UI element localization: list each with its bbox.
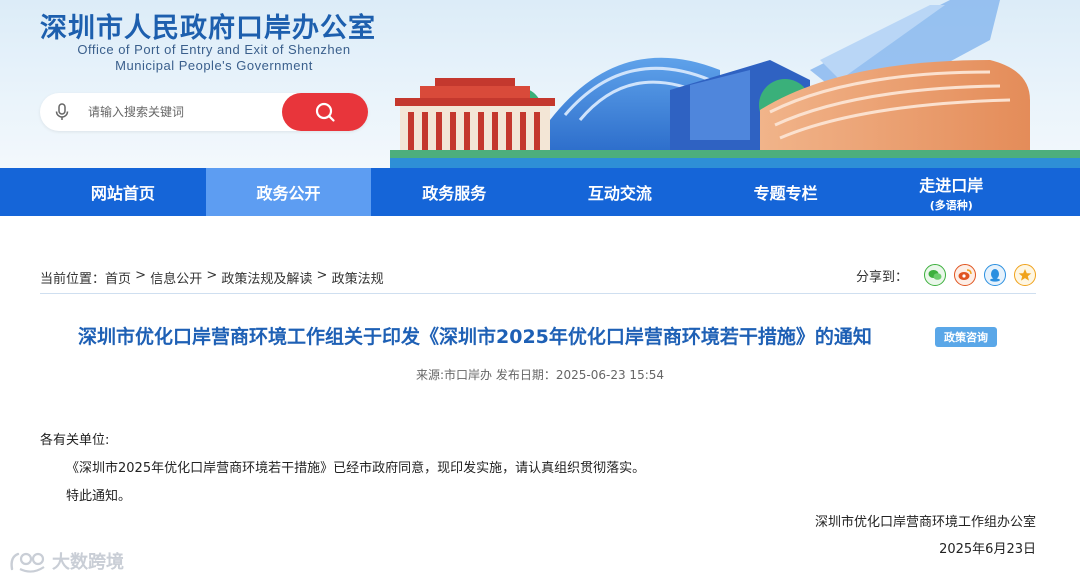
city-skyline-illustration <box>390 0 1080 168</box>
qq-share-button[interactable] <box>984 264 1006 286</box>
closing-paragraph: 特此通知。 <box>66 489 132 504</box>
search-input[interactable] <box>88 101 278 123</box>
favorite-star-icon <box>1018 269 1032 281</box>
nav-interaction[interactable]: 互动交流 <box>537 168 703 216</box>
logo-icon <box>10 552 45 573</box>
date-label: 发布日期： <box>495 368 556 382</box>
nav-special-topics[interactable]: 专题专栏 <box>703 168 869 216</box>
source-value: 市口岸办 <box>444 368 493 382</box>
qq-icon <box>990 269 1000 282</box>
breadcrumb-home[interactable]: 首页 <box>105 268 131 287</box>
nav-government-services[interactable]: 政务服务 <box>371 168 537 216</box>
body-paragraph: 《深圳市2025年优化口岸营商环境若干措施》已经市政府同意，现印发实施，请认真组… <box>66 461 646 476</box>
breadcrumb-separator: > <box>202 268 222 283</box>
main-nav: 网站首页 政务公开 政务服务 互动交流 专题专栏 走进口岸 (多语种) <box>0 168 1080 216</box>
nav-home[interactable]: 网站首页 <box>40 168 206 216</box>
signature-org: 深圳市优化口岸营商环境工作组办公室 <box>814 515 1036 530</box>
watermark: 大数跨境 <box>8 548 124 574</box>
nav-government-affairs-open[interactable]: 政务公开 <box>205 168 372 216</box>
breadcrumb-policy-regulations[interactable]: 政策法规 <box>332 268 384 287</box>
site-subtitle: Office of Port of Entry and Exit of Shen… <box>58 42 370 74</box>
site-title: 深圳市人民政府口岸办公室 <box>40 13 376 44</box>
salutation: 各有关单位: <box>40 433 110 448</box>
nav-multilingual-label: (多语种) <box>929 198 973 212</box>
source-label: 来源: <box>415 368 445 382</box>
breadcrumb-separator: > <box>131 268 151 283</box>
wechat-icon <box>928 270 942 280</box>
signature-date: 2025年6月23日 <box>939 542 1036 557</box>
wechat-share-button[interactable] <box>924 264 946 286</box>
publish-date: 2025-06-23 15:54 <box>555 368 665 382</box>
share-bar: 分享到： <box>856 264 1036 286</box>
article-title: 深圳市优化口岸营商环境工作组关于印发《深圳市2025年优化口岸营商环境若干措施》… <box>78 326 872 348</box>
policy-consult-badge[interactable]: 政策咨询 <box>935 327 997 347</box>
microphone-icon[interactable] <box>52 102 72 122</box>
search-button[interactable] <box>282 93 368 131</box>
search-icon <box>315 102 335 122</box>
article-meta: 来源:市口岸办 发布日期：2025-06-23 15:54 <box>0 366 1080 383</box>
site-subtitle-line2: Municipal People's Government <box>115 58 313 73</box>
site-header: 深圳市人民政府口岸办公室 Office of Port of Entry and… <box>0 0 1080 168</box>
site-subtitle-line1: Office of Port of Entry and Exit of Shen… <box>77 42 351 57</box>
breadcrumb-policy-interpretation[interactable]: 政策法规及解读 <box>221 268 312 287</box>
watermark-text: 大数跨境 <box>52 552 124 573</box>
breadcrumb-prefix: 当前位置： <box>40 272 106 287</box>
breadcrumb-separator: > <box>312 268 332 283</box>
share-label: 分享到： <box>855 269 908 285</box>
breadcrumb-bar: 当前位置： 首页 > 信息公开 > 政策法规及解读 > 政策法规 分享到： <box>40 262 1036 294</box>
breadcrumb-info-public[interactable]: 信息公开 <box>150 268 202 287</box>
breadcrumb: 当前位置： 首页 > 信息公开 > 政策法规及解读 > 政策法规 <box>40 268 384 287</box>
weibo-share-button[interactable] <box>954 264 976 286</box>
favorite-share-button[interactable] <box>1014 264 1036 286</box>
search-bar <box>40 93 368 131</box>
weibo-icon <box>958 269 972 280</box>
nav-explore-ports[interactable]: 走进口岸 (多语种) <box>868 168 1034 216</box>
